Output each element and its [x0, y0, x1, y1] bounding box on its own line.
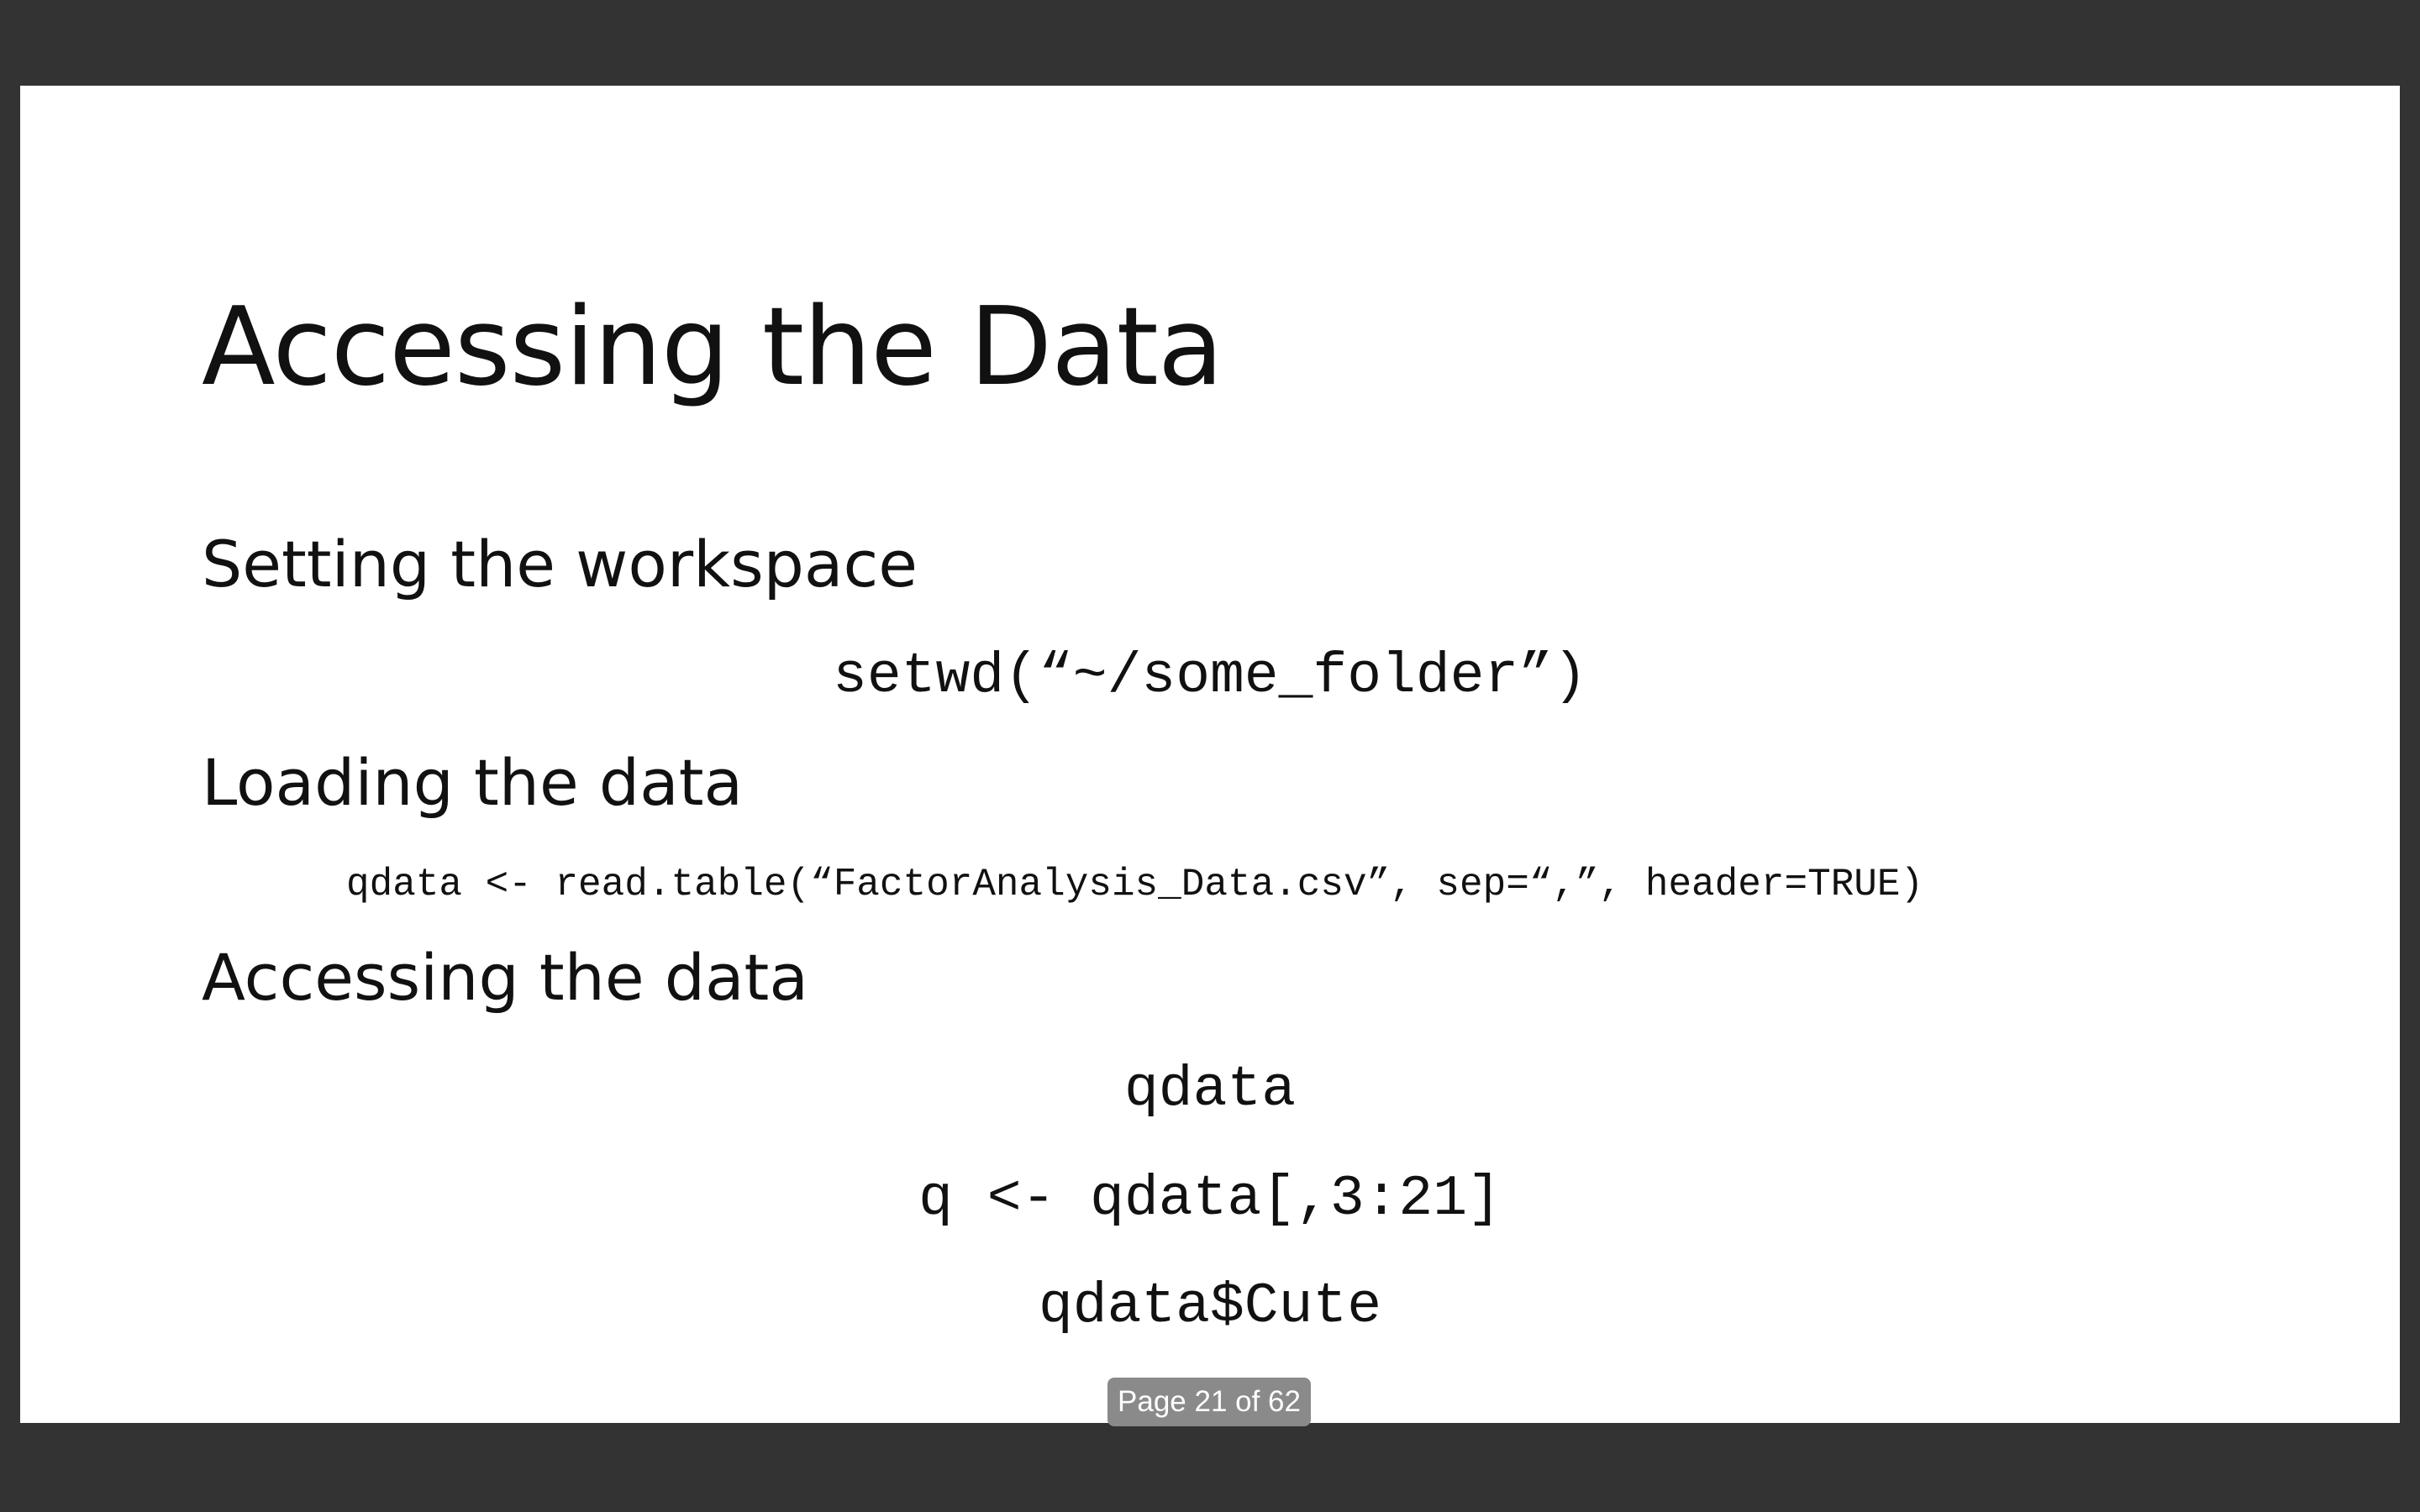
code-column-access: qdata$Cute	[1038, 1274, 1382, 1339]
section-heading-accessing: Accessing the data	[202, 940, 808, 1015]
pdf-viewer: Accessing the Data Setting the workspace…	[0, 0, 2420, 1512]
section-heading-loading: Loading the data	[202, 745, 744, 820]
code-read-table: qdata <- read.table(“FactorAnalysis_Data…	[346, 863, 1924, 906]
slide-page: Accessing the Data Setting the workspace…	[20, 86, 2400, 1423]
code-subset: q <- qdata[,3:21]	[918, 1167, 1502, 1231]
section-heading-workspace: Setting the workspace	[202, 527, 918, 601]
slide-title: Accessing the Data	[202, 285, 1223, 410]
code-qdata: qdata	[1123, 1058, 1297, 1122]
page-indicator: Page 21 of 62	[1107, 1378, 1311, 1426]
code-setwd: setwd(“~/some_folder”)	[833, 644, 1587, 709]
